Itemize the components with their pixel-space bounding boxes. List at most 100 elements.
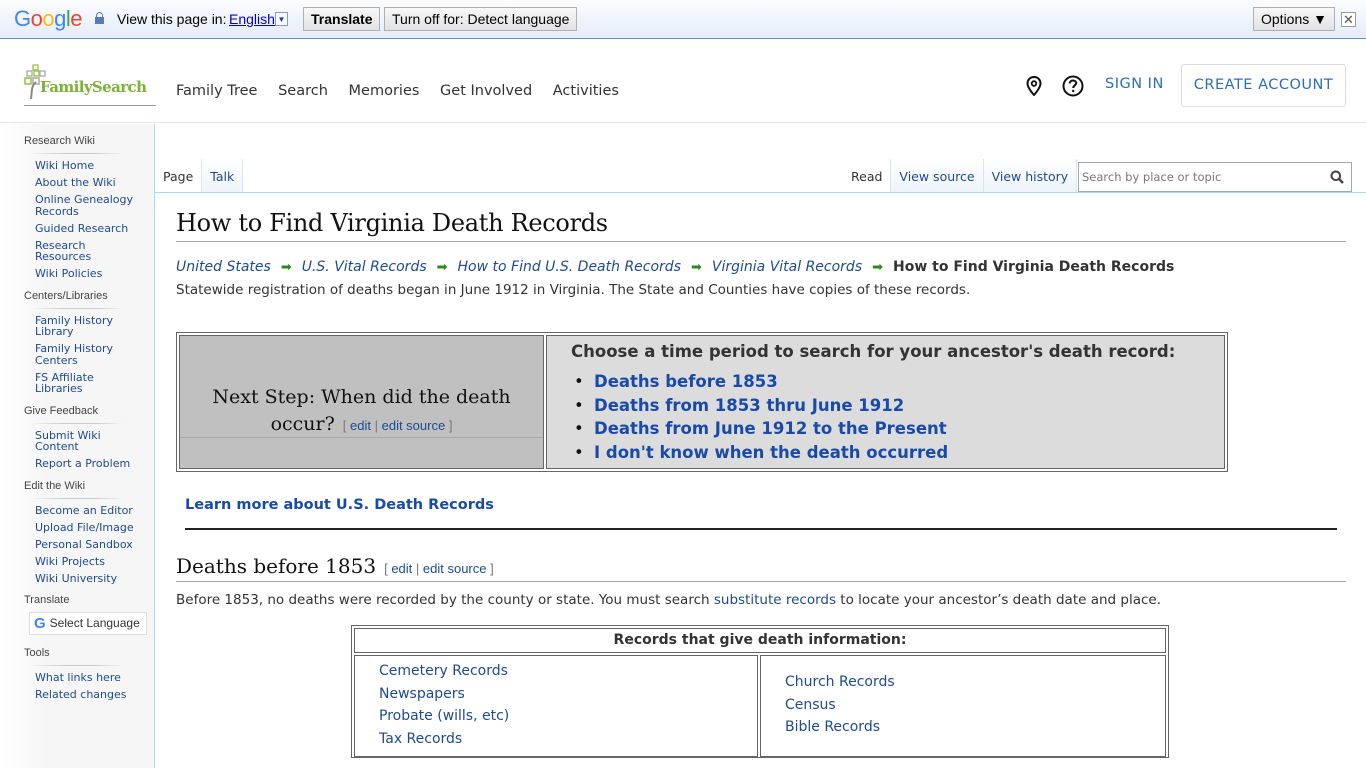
sidebar-item[interactable]: Personal Sandbox <box>35 538 154 551</box>
time-period-link[interactable]: I don't know when the death occurred <box>574 441 948 465</box>
sidebar-heading-edit: Edit the Wiki <box>24 479 86 492</box>
record-link[interactable]: Census <box>785 694 895 717</box>
record-link[interactable]: Church Records <box>785 671 895 694</box>
edit-link[interactable]: edit <box>391 561 412 576</box>
google-translate-bar: Google View this page in: English ▼ Tran… <box>0 0 1366 39</box>
nav-get-involved[interactable]: Get Involved <box>440 83 532 99</box>
breadcrumb-link[interactable]: U.S. Vital Records <box>302 259 427 275</box>
breadcrumb-current: How to Find Virginia Death Records <box>893 259 1175 275</box>
divider <box>185 528 1337 530</box>
turn-off-button[interactable]: Turn off for: Detect language <box>384 7 578 31</box>
intro-text: Statewide registration of deaths began i… <box>176 282 971 298</box>
records-column-2: Church Records Census Bible Records <box>760 655 1166 757</box>
sidebar-item[interactable]: Research Resources <box>35 239 105 263</box>
tab-read[interactable]: Read <box>843 159 892 192</box>
translate-prompt: View this page in: <box>117 11 227 27</box>
sidebar-item[interactable]: Upload File/Image <box>35 521 154 534</box>
record-link[interactable]: Tax Records <box>379 728 509 751</box>
records-table: Records that give death information: Cem… <box>351 625 1169 758</box>
sidebar-item[interactable]: Report a Problem <box>35 458 154 470</box>
sidebar: Research Wiki Wiki Home About the Wiki O… <box>0 124 155 768</box>
google-logo: Google <box>14 6 83 31</box>
arrow-right-icon: ➡ <box>280 260 292 275</box>
sidebar-heading-research-wiki: Research Wiki <box>24 135 95 147</box>
tab-talk[interactable]: Talk <box>202 159 244 192</box>
logo-text: FamilySearch <box>40 78 147 96</box>
time-period-link[interactable]: Deaths before 1853 <box>574 370 948 394</box>
section-text: Before 1853, no deaths were recorded by … <box>176 592 1162 608</box>
sidebar-item[interactable]: Family History Centers <box>35 343 115 366</box>
sidebar-item[interactable]: Wiki Home <box>35 160 154 172</box>
sidebar-item[interactable]: Guided Research <box>35 222 154 235</box>
page-tabs: Page Talk <box>155 159 244 192</box>
page-title: How to Find Virginia Death Records <box>176 209 1346 242</box>
record-link[interactable]: Bible Records <box>785 716 895 739</box>
nav-memories[interactable]: Memories <box>349 83 420 99</box>
select-language-dropdown[interactable]: G Select Language <box>29 612 147 635</box>
tab-view-history[interactable]: View history <box>983 159 1078 192</box>
close-icon[interactable]: ✕ <box>1341 12 1356 27</box>
sidebar-item[interactable]: What links here <box>35 672 154 684</box>
language-dropdown-icon[interactable]: ▼ <box>275 12 288 26</box>
lock-icon <box>95 12 104 24</box>
edit-links: [ edit | edit source ] <box>384 561 494 576</box>
breadcrumb-link[interactable]: Virginia Vital Records <box>712 259 862 275</box>
record-link[interactable]: Cemetery Records <box>379 660 509 683</box>
sidebar-item[interactable]: Family History Library <box>35 314 115 338</box>
wiki-search <box>1078 162 1352 192</box>
sign-in-link[interactable]: SIGN IN <box>1105 76 1164 92</box>
tab-page[interactable]: Page <box>155 159 203 192</box>
sidebar-item[interactable]: Become an Editor <box>35 504 154 517</box>
sidebar-item[interactable]: Wiki University <box>35 572 154 585</box>
arrow-right-icon: ➡ <box>872 260 884 275</box>
arrow-right-icon: ➡ <box>436 260 448 275</box>
edit-source-link[interactable]: edit source <box>423 561 487 576</box>
time-period-link[interactable]: Deaths from 1853 thru June 1912 <box>574 394 948 418</box>
time-period-cell: Choose a time period to search for your … <box>546 335 1225 469</box>
site-header: FamilySearch Family Tree Search Memories… <box>0 40 1366 123</box>
translate-button[interactable]: Translate <box>303 7 381 31</box>
edit-links: [ edit | edit source ] <box>342 418 453 433</box>
record-link[interactable]: Newspapers <box>379 683 509 706</box>
time-period-link[interactable]: Deaths from June 1912 to the Present <box>574 417 948 441</box>
sidebar-item[interactable]: FS Affiliate Libraries <box>35 371 105 395</box>
create-account-button[interactable]: CREATE ACCOUNT <box>1181 64 1346 107</box>
breadcrumb-link[interactable]: United States <box>176 259 271 275</box>
search-icon[interactable] <box>1330 170 1344 184</box>
language-link[interactable]: English <box>229 11 275 27</box>
tab-view-source[interactable]: View source <box>891 159 984 192</box>
learn-more-link[interactable]: Learn more about U.S. Death Records <box>185 497 494 513</box>
nav-family-tree[interactable]: Family Tree <box>176 83 257 99</box>
sidebar-item[interactable]: Wiki Policies <box>35 268 154 280</box>
edit-source-link[interactable]: edit source <box>382 418 446 433</box>
time-period-heading: Choose a time period to search for your … <box>571 342 1176 361</box>
arrow-right-icon: ➡ <box>691 260 702 275</box>
records-column-1: Cemetery Records Newspapers Probate (wil… <box>354 655 758 757</box>
nav-search[interactable]: Search <box>278 83 328 99</box>
record-link[interactable]: Probate (wills, etc) <box>379 705 509 728</box>
substitute-records-link[interactable]: substitute records <box>714 592 836 608</box>
sidebar-item[interactable]: Online Genealogy Records <box>35 194 135 217</box>
search-input[interactable] <box>1079 164 1319 190</box>
next-step-box: Next Step: When did the death occur?[ ed… <box>176 332 1228 472</box>
records-table-header: Records that give death information: <box>354 628 1166 653</box>
sidebar-item[interactable]: Submit Wiki Content <box>35 429 110 453</box>
section-heading: Deaths before 1853[ edit | edit source ] <box>176 554 1346 582</box>
next-step-question-cell: Next Step: When did the death occur?[ ed… <box>179 335 544 469</box>
familysearch-logo[interactable]: FamilySearch <box>24 64 156 106</box>
sidebar-item[interactable]: About the Wiki <box>35 177 154 189</box>
sidebar-item[interactable]: Related changes <box>35 689 154 701</box>
nav-activities[interactable]: Activities <box>553 83 619 99</box>
sidebar-heading-feedback: Give Feedback <box>24 404 98 417</box>
sidebar-heading-centers: Centers/Libraries <box>24 289 108 302</box>
location-pin-icon[interactable] <box>1026 76 1042 96</box>
google-g-icon: G <box>34 615 46 632</box>
sidebar-heading-tools: Tools <box>24 647 50 659</box>
help-icon[interactable] <box>1062 75 1084 97</box>
view-tabs: Read View source View history <box>843 159 1078 192</box>
breadcrumb-link[interactable]: How to Find U.S. Death Records <box>458 259 681 275</box>
main-nav: Family Tree Search Memories Get Involved… <box>176 83 635 99</box>
sidebar-item[interactable]: Wiki Projects <box>35 555 154 568</box>
options-button[interactable]: Options ▼ <box>1253 7 1335 31</box>
edit-link[interactable]: edit <box>350 418 371 433</box>
